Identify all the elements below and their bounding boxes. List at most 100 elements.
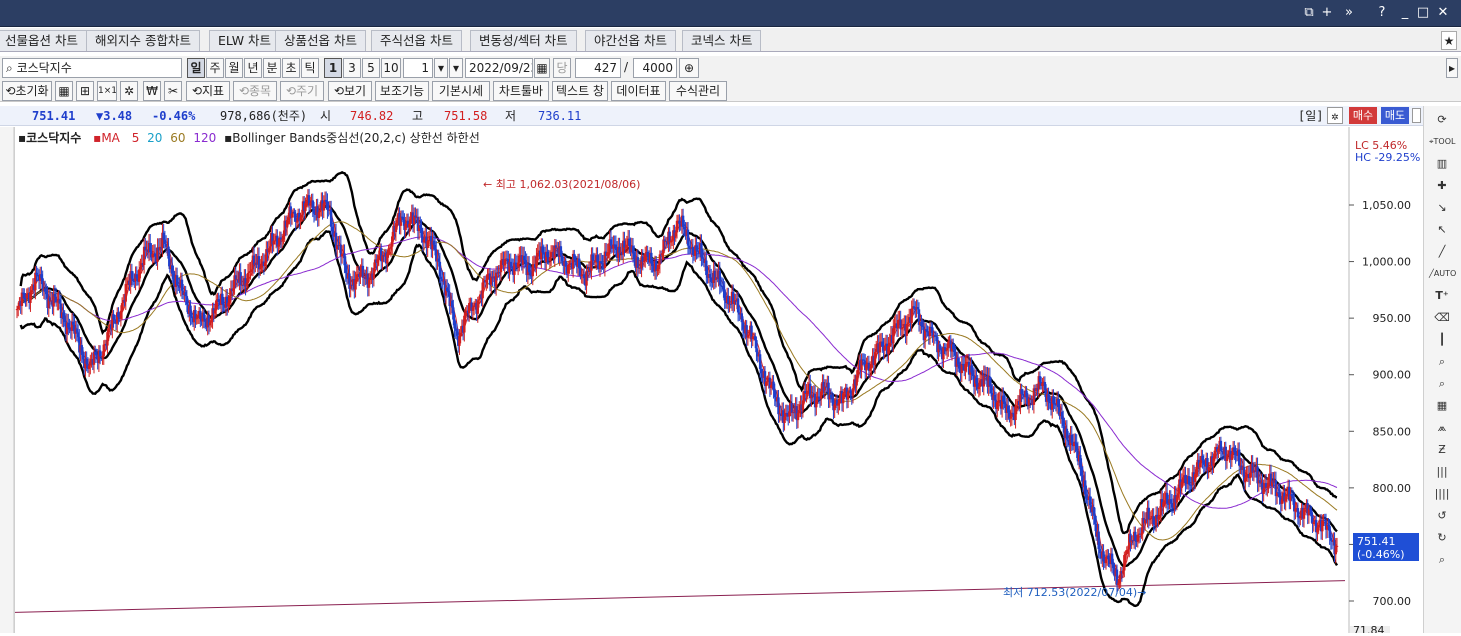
search-tool-icon[interactable]: ⌕ bbox=[1429, 550, 1455, 570]
tab-night-futures-chart[interactable]: 야간선옵 차트 bbox=[585, 30, 676, 51]
scissors-icon[interactable]: ✂ bbox=[164, 81, 182, 101]
legend-ma5: 5 bbox=[131, 131, 140, 145]
close-icon[interactable]: ✕ bbox=[1434, 4, 1452, 22]
period-minute-button[interactable]: 분 bbox=[263, 58, 281, 78]
y-tick-label: 850.00 bbox=[1373, 425, 1412, 438]
period-button[interactable]: ⟲주기 bbox=[280, 81, 324, 101]
grid-icon[interactable]: ▦ bbox=[55, 81, 73, 101]
ma120-line bbox=[16, 236, 1338, 509]
all-erase-icon[interactable]: ⌫ bbox=[1429, 308, 1455, 328]
period-year-button[interactable]: 년 bbox=[244, 58, 262, 78]
formula-manage-button[interactable]: 수식관리 bbox=[669, 81, 727, 101]
legend-ma120: 120 bbox=[193, 131, 217, 145]
reset-button[interactable]: ⟲초기화 bbox=[2, 81, 52, 101]
period-month-button[interactable]: 월 bbox=[225, 58, 243, 78]
undo-icon[interactable]: ↺ bbox=[1429, 506, 1455, 526]
current-price: 751.41 bbox=[32, 109, 76, 123]
period-day-button[interactable]: 일 bbox=[187, 58, 205, 78]
magnify-icon[interactable]: ⌕ bbox=[1429, 374, 1455, 394]
zoom-tool-icon[interactable]: ⌕ bbox=[1429, 352, 1455, 372]
basic-quote-button[interactable]: 기본시세 bbox=[432, 81, 490, 101]
data-table-button[interactable]: 데이터표 bbox=[611, 81, 666, 101]
minimize-icon[interactable]: _ bbox=[1396, 4, 1414, 22]
chart-canvas[interactable]: 1,050.00 1,000.00 950.00 900.00 850.00 800.00… bbox=[14, 127, 1423, 636]
display-count-input[interactable]: 427 bbox=[575, 58, 621, 78]
add-window-icon[interactable]: + bbox=[1318, 4, 1336, 22]
zigzag-icon[interactable]: Ƶ bbox=[1429, 440, 1455, 460]
line-tool-icon[interactable]: ↘ bbox=[1429, 198, 1455, 218]
date-input[interactable]: 2022/09/23 bbox=[465, 58, 533, 78]
maximize-icon[interactable]: □ bbox=[1414, 4, 1432, 22]
low-label: 저 bbox=[505, 109, 517, 123]
more-icon[interactable]: » bbox=[1340, 4, 1358, 22]
tab-stock-futures-chart[interactable]: 주식선옵 차트 bbox=[371, 30, 462, 51]
period-tick-button[interactable]: 틱 bbox=[301, 58, 319, 78]
low-price: 736.11 bbox=[538, 109, 582, 123]
crosshair-icon[interactable]: ✚ bbox=[1429, 176, 1455, 196]
gear-icon[interactable]: ✲ bbox=[1327, 107, 1343, 124]
layout-icon[interactable]: ⊞ bbox=[76, 81, 94, 101]
grid-zoom-icon[interactable]: ▦ bbox=[1429, 396, 1455, 416]
candle-body bbox=[1335, 545, 1339, 547]
multiplier-dropdown-icon-2[interactable]: ▾ bbox=[449, 58, 463, 78]
multiplier-dropdown-icon[interactable]: ▾ bbox=[434, 58, 448, 78]
date-unit-button[interactable]: 당 bbox=[553, 58, 571, 78]
tab-overseas-index-chart[interactable]: 해외지수 종합차트 bbox=[86, 30, 200, 51]
trend-line-icon[interactable]: ↖ bbox=[1429, 220, 1455, 240]
tool-icon[interactable]: ⌖TOOL bbox=[1429, 132, 1455, 152]
multiplier-3-button[interactable]: 3 bbox=[343, 58, 361, 78]
multiplier-10-button[interactable]: 10 bbox=[381, 58, 401, 78]
diagonal-line-icon[interactable]: ╱ bbox=[1429, 242, 1455, 262]
indicator-button[interactable]: ⟲지표 bbox=[186, 81, 230, 101]
chart-type-icon[interactable]: ▥ bbox=[1429, 154, 1455, 174]
text-tool-icon[interactable]: T⁺ bbox=[1429, 286, 1455, 306]
left-scroll-strip[interactable] bbox=[0, 127, 14, 633]
split-1x1-icon[interactable]: 1×1 bbox=[97, 81, 117, 101]
candle-icon[interactable]: ┃ bbox=[1429, 330, 1455, 350]
sell-button[interactable]: 매도 bbox=[1381, 107, 1409, 124]
symbol-button[interactable]: ⟲종목 bbox=[233, 81, 277, 101]
won-icon[interactable]: ₩ bbox=[143, 81, 161, 101]
auto-trend-icon[interactable]: ╱AUTO bbox=[1429, 264, 1456, 284]
pattern-icon[interactable]: ⩕ bbox=[1429, 418, 1455, 438]
bar-lines-icon[interactable]: ||| bbox=[1429, 462, 1455, 482]
last-price-label: 751.41 bbox=[1357, 535, 1396, 548]
symbol-search-input[interactable]: ⌕ 코스닥지수 bbox=[2, 58, 182, 78]
tab-elw-chart[interactable]: ELW 차트 bbox=[209, 30, 281, 51]
toolbar-scroll-right-icon[interactable]: ▸ bbox=[1446, 58, 1458, 78]
refresh-icon[interactable]: ⟳ bbox=[1429, 110, 1455, 130]
help-icon[interactable]: ? bbox=[1373, 4, 1391, 22]
aux-function-button[interactable]: 보조기능 bbox=[375, 81, 429, 101]
period-badge: [일] bbox=[1298, 109, 1324, 123]
tab-volatility-sector-chart[interactable]: 변동성/섹터 차트 bbox=[470, 30, 577, 51]
high-price: 751.58 bbox=[444, 109, 488, 123]
calendar-icon[interactable]: ▦ bbox=[534, 58, 550, 78]
drawing-tool-sidebar: ⟳ ⌖TOOL ▥ ✚ ↘ ↖ ╱ ╱AUTO T⁺ ⌫ ┃ ⌕ ⌕ ▦ ⩕ Ƶ… bbox=[1423, 106, 1461, 633]
chart-toolbar-button[interactable]: 차트툴바 bbox=[493, 81, 549, 101]
price-chart[interactable]: 1,050.00 1,000.00 950.00 900.00 850.00 800.00… bbox=[14, 127, 1423, 636]
text-window-button[interactable]: 텍스트 창 bbox=[552, 81, 608, 101]
quote-collapse-icon[interactable] bbox=[1412, 108, 1421, 123]
multiplier-1-button[interactable]: 1 bbox=[324, 58, 342, 78]
hc-label: HC -29.25% bbox=[1355, 151, 1420, 164]
buy-button[interactable]: 매수 bbox=[1349, 107, 1377, 124]
period-second-button[interactable]: 초 bbox=[282, 58, 300, 78]
period-week-button[interactable]: 주 bbox=[206, 58, 224, 78]
settings-icon[interactable]: ✲ bbox=[120, 81, 138, 101]
tab-futures-options-chart[interactable]: 선물옵션 차트 bbox=[0, 30, 87, 51]
y-tick-label: 900.00 bbox=[1373, 369, 1412, 382]
multiplier-5-button[interactable]: 5 bbox=[362, 58, 380, 78]
search-icon: ⌕ bbox=[6, 61, 13, 75]
tab-konex-chart[interactable]: 코넥스 차트 bbox=[682, 30, 762, 51]
y-tick-label: 1,050.00 bbox=[1362, 199, 1411, 212]
zoom-icon[interactable]: ⊕ bbox=[679, 58, 699, 78]
favorite-star-icon[interactable]: ★ bbox=[1441, 31, 1457, 50]
view-button[interactable]: ⟲보기 bbox=[328, 81, 372, 101]
redo-icon[interactable]: ↻ bbox=[1429, 528, 1455, 548]
legend-bollinger: ▪Bollinger Bands중심선(20,2,c) 상한선 하한선 bbox=[224, 131, 480, 145]
multi-bar-icon[interactable]: |||| bbox=[1429, 484, 1455, 504]
window-restore-icon[interactable]: ⧉ bbox=[1300, 4, 1318, 22]
tab-commodity-chart[interactable]: 상품선옵 차트 bbox=[275, 30, 366, 51]
max-count-input[interactable]: 4000 bbox=[633, 58, 677, 78]
multiplier-input[interactable]: 1 bbox=[403, 58, 433, 78]
